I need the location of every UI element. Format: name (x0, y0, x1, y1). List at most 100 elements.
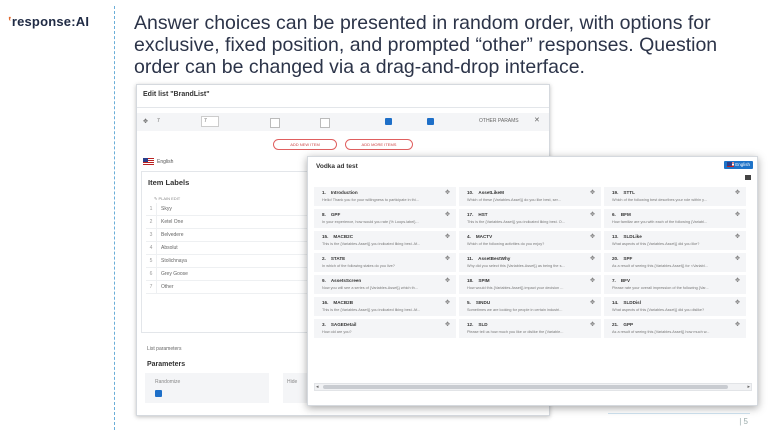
question-title: 3. SAGEDetail (322, 322, 356, 327)
language-button[interactable]: English (723, 161, 753, 169)
question-card[interactable]: 18. SPIM How would this {Variables.Asset}}… (459, 275, 601, 294)
question-number: 6. (612, 212, 616, 217)
drag-handle-icon[interactable]: ✥ (445, 190, 450, 196)
remove-item-icon[interactable]: ✕ (534, 116, 540, 124)
page-number: | 5 (739, 417, 748, 426)
question-card[interactable]: 14. SLDDisl What aspects of this {Variable… (604, 297, 746, 316)
scroll-right-icon[interactable]: ▸ (747, 384, 750, 390)
prompted-checkbox[interactable] (427, 118, 434, 125)
randomize-checkbox[interactable] (155, 390, 162, 397)
drag-handle-icon[interactable]: ✥ (735, 300, 740, 306)
edit-list-title: Edit list "BrandList" (143, 91, 210, 98)
drag-handle-icon[interactable]: ✥ (735, 212, 740, 218)
drag-handle-icon[interactable]: ✥ (590, 234, 595, 240)
horizontal-scrollbar[interactable]: ◂ ▸ (314, 383, 752, 391)
drag-handle-icon[interactable]: ✥ (735, 234, 740, 240)
question-card[interactable]: 16. MACB2B This is the {Variables.Asset}} … (314, 297, 456, 316)
question-number: 4. (467, 234, 471, 239)
question-title: 6. BFM (612, 212, 631, 217)
question-title: 17. HST (467, 212, 488, 217)
question-name: SPIM (478, 278, 490, 283)
drag-handle-icon[interactable]: ✥ (590, 322, 595, 328)
question-name: MACB2C (333, 234, 354, 239)
add-more-items-button[interactable]: ADD MORE ITEMS (345, 139, 413, 150)
question-card[interactable]: 10. AssetLikeM Which of these {Variables.A… (459, 187, 601, 206)
item-number: 5 (149, 258, 153, 264)
question-description: How old are you? (322, 330, 352, 334)
question-name: SLDLike (623, 234, 642, 239)
drag-handle-icon[interactable]: ✥ (445, 278, 450, 284)
drag-handle-icon[interactable]: ✥ (735, 278, 740, 284)
question-card[interactable]: 3. SAGEDetail How old are you? ✥ (314, 319, 456, 338)
list-parameters-label: List parameters (147, 346, 182, 352)
question-number: 2. (322, 256, 326, 261)
question-description: How familiar are you with each of the fo… (612, 220, 708, 224)
add-new-item-button[interactable]: ADD NEW ITEM (273, 139, 337, 150)
language-tab[interactable]: English (143, 158, 173, 165)
drag-handle-icon[interactable]: ✥ (735, 256, 740, 262)
question-card[interactable]: 13. SLDLike What aspects of this {Variable… (604, 231, 746, 250)
question-card[interactable]: 11. AssetBestWhy Why did you select this {… (459, 253, 601, 272)
question-card[interactable]: 17. HST This is the {Variables.Asset}} you… (459, 209, 601, 228)
drag-handle-icon[interactable]: ✥ (445, 322, 450, 328)
question-card[interactable]: 19. STTL Which of the following best descr… (604, 187, 746, 206)
keyboard-icon[interactable] (745, 175, 751, 180)
question-name: AssetLikeM (478, 190, 504, 195)
hide-label: Hide (287, 379, 298, 385)
drag-handle-icon[interactable]: ✥ (445, 212, 450, 218)
question-card[interactable]: 1. Introduction Hello! Thank you for your … (314, 187, 456, 206)
drag-handle-icon[interactable]: ✥ (590, 212, 595, 218)
question-number: 21. (612, 322, 619, 327)
question-description: Why did you select this {Variables.Asset… (467, 264, 565, 268)
question-description: What aspects of this {Variables.Asset}} … (612, 242, 700, 246)
item-labels-title: Item Labels (148, 178, 190, 187)
drag-handle-icon[interactable]: ✥ (735, 190, 740, 196)
question-name: MACB2B (333, 300, 354, 305)
question-description: Now you will see a series of {Variables.… (322, 286, 418, 290)
scroll-left-icon[interactable]: ◂ (316, 384, 319, 390)
question-title: 19. STTL (612, 190, 635, 195)
vodka-ad-test-window: Vodka ad test English 1. Introduction Hell… (307, 156, 758, 406)
language-label: English (157, 158, 174, 165)
question-card[interactable]: 20. SPF As a result of seeing this {Variab… (604, 253, 746, 272)
question-title: 9. AssetsScreen (322, 278, 361, 283)
drag-handle-icon[interactable]: ✥ (590, 300, 595, 306)
exclusive-checkbox[interactable] (270, 118, 280, 128)
question-card[interactable]: 15. MACB2C This is the {Variables.Asset}} … (314, 231, 456, 250)
question-number: 13. (612, 234, 619, 239)
question-name: Introduction (330, 190, 358, 195)
question-number: 19. (612, 190, 619, 195)
row-number: 7 (157, 118, 160, 124)
question-card[interactable]: 2. STATE In which of the following states … (314, 253, 456, 272)
question-card[interactable]: 4. MACTV Which of the following activities… (459, 231, 601, 250)
question-card[interactable]: 9. AssetsScreen Now you will see a series … (314, 275, 456, 294)
drag-handle-icon[interactable]: ✥ (735, 322, 740, 328)
question-card[interactable]: 7. BFV Please rate your overall impression… (604, 275, 746, 294)
drag-handle-icon[interactable]: ✥ (445, 256, 450, 262)
randomize-label: Randomize (155, 379, 181, 385)
question-card[interactable]: 21. GPP As a result of seeing this {Variab… (604, 319, 746, 338)
other-params-label[interactable]: OTHER PARAMS (479, 118, 519, 124)
question-title: 12. SLD (467, 322, 488, 327)
drag-handle-icon[interactable]: ✥ (143, 118, 148, 125)
item-number: 6 (149, 271, 153, 277)
row-value-input[interactable]: 7 (201, 116, 219, 127)
question-card[interactable]: 6. BFM How familiar are you with each of t… (604, 209, 746, 228)
question-description: As a result of seeing this {Variables.As… (612, 330, 710, 334)
question-description: This is the {Variables.Asset}} you indic… (322, 242, 421, 246)
question-card[interactable]: 5. SINDU Sometimes we are looking for peop… (459, 297, 601, 316)
other-checkbox[interactable] (385, 118, 392, 125)
drag-handle-icon[interactable]: ✥ (445, 234, 450, 240)
fixed-checkbox[interactable] (320, 118, 330, 128)
drag-handle-icon[interactable]: ✥ (590, 190, 595, 196)
drag-handle-icon[interactable]: ✥ (590, 256, 595, 262)
question-name: BFV (620, 278, 631, 283)
drag-handle-icon[interactable]: ✥ (445, 300, 450, 306)
question-card[interactable]: 12. SLD Please tell us how much you like o… (459, 319, 601, 338)
question-name: BFM (620, 212, 631, 217)
drag-handle-icon[interactable]: ✥ (590, 278, 595, 284)
question-card[interactable]: 8. GPF In your experience, how would you r… (314, 209, 456, 228)
question-number: 16. (322, 300, 329, 305)
scrollbar-thumb[interactable] (323, 385, 728, 389)
question-description: As a result of seeing this {Variables.As… (612, 264, 708, 268)
